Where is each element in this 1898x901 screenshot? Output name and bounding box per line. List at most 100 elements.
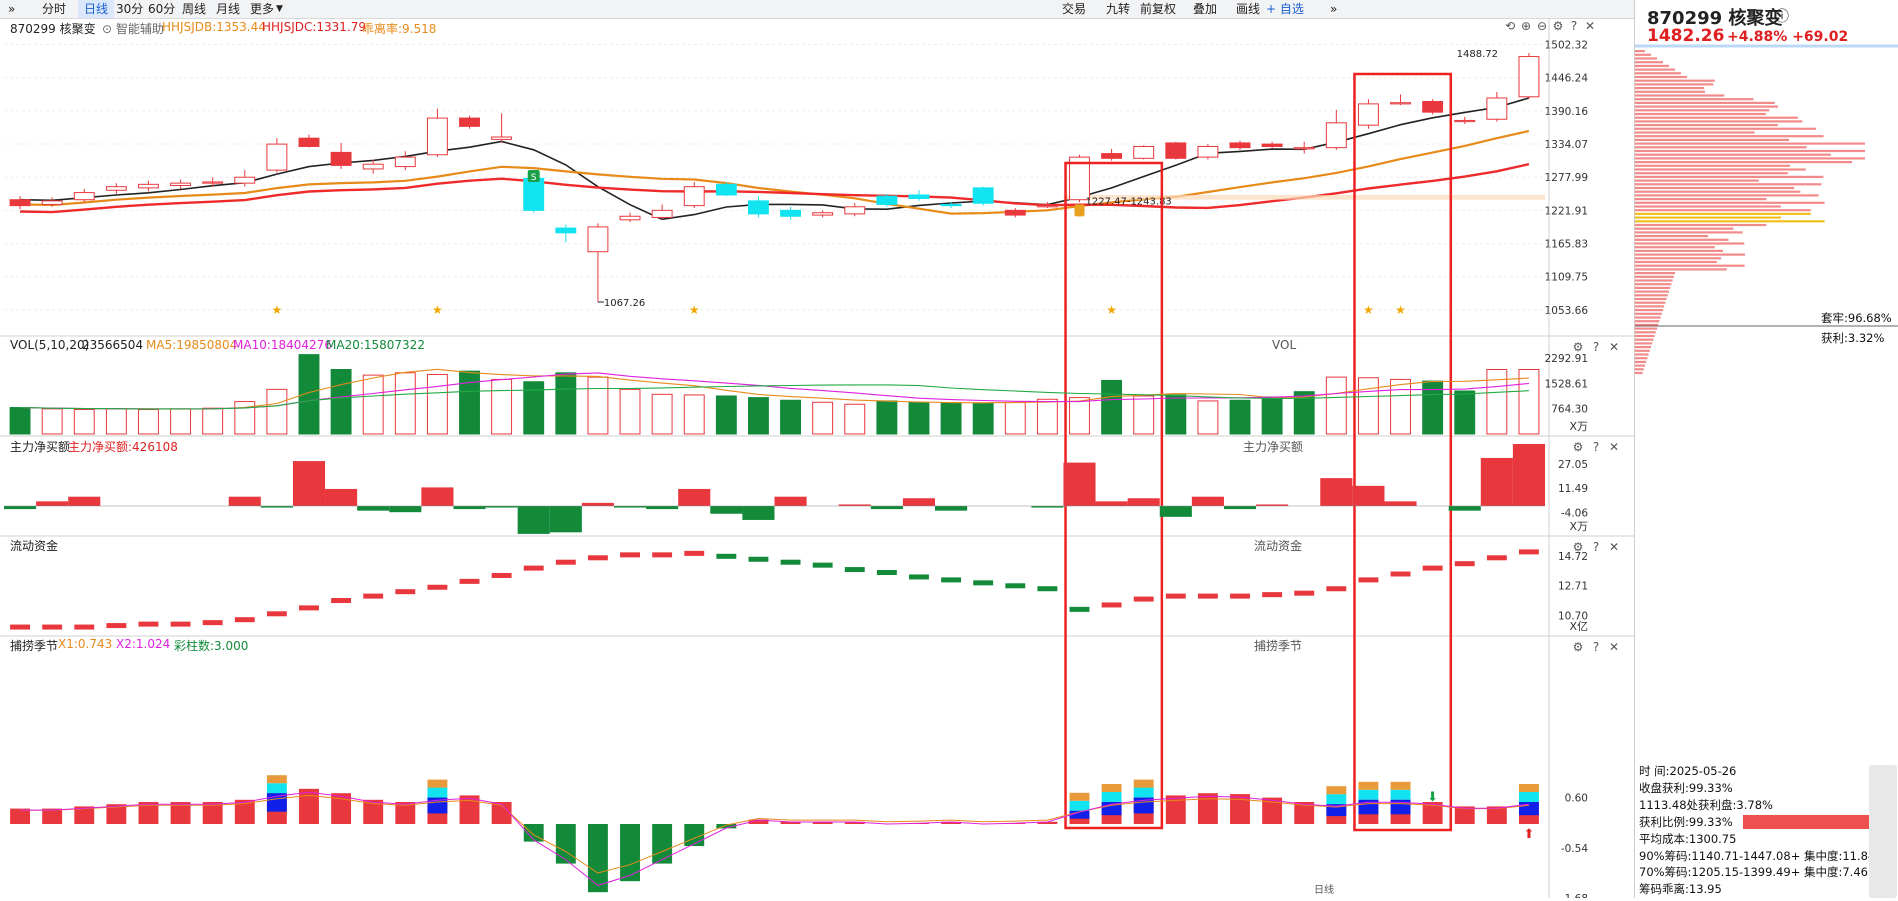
- chip-bar: [1635, 357, 1648, 360]
- chevron-down-icon[interactable]: ▼: [276, 0, 283, 18]
- liquidity-mark: [555, 559, 576, 565]
- gear-icon: ⚙: [1573, 340, 1584, 354]
- fq-button[interactable]: 前复权: [1140, 0, 1176, 18]
- liquidity-mark: [1262, 592, 1283, 598]
- volume-bar: [426, 373, 448, 435]
- candle-body: [1229, 142, 1251, 149]
- candle-body: [73, 192, 95, 201]
- zoom-out-icon: ⊖: [1537, 19, 1547, 33]
- season-bar: [1230, 794, 1250, 824]
- candle-body: [1486, 97, 1508, 120]
- volume-bar: [491, 378, 513, 435]
- candle-body: [330, 151, 352, 166]
- kline-chart[interactable]: 1502.32 1446.24 1390.16 1334.07 1277.99 1221.…: [0, 18, 1634, 901]
- tab-monthly[interactable]: 月线: [216, 0, 240, 18]
- liquidity-mark: [1390, 571, 1411, 577]
- liquidity-mark: [459, 578, 480, 584]
- candle-body: [202, 181, 224, 184]
- liquidity-mark: [170, 621, 191, 627]
- season-color-bar: [1101, 784, 1122, 792]
- chip-bar: [1635, 190, 1801, 193]
- chip-bar: [1635, 72, 1681, 75]
- chip-bar: [1635, 149, 1865, 153]
- refresh-icon: ⟲: [1505, 19, 1515, 33]
- candle-body: [234, 176, 256, 184]
- candle-body: [362, 163, 384, 170]
- volume-bar: [587, 376, 609, 435]
- assist-toggle[interactable]: ⊙ 智能辅助: [102, 20, 164, 37]
- collapse-left-icon[interactable]: »: [8, 0, 15, 18]
- vol-ma5: MA5:19850804: [146, 338, 238, 352]
- liquidity-mark: [42, 624, 63, 630]
- season-color-bar: [1133, 787, 1154, 798]
- candle-body: [1422, 101, 1444, 113]
- candle-body: [844, 206, 866, 215]
- netbuy-bar: [357, 506, 390, 511]
- netbuy-bar: [678, 488, 711, 506]
- y-tick-label: 1109.75: [1545, 272, 1588, 284]
- chip-bar: [1635, 116, 1798, 119]
- tab-more[interactable]: 更多: [250, 0, 274, 18]
- netbuy-bar: [742, 506, 775, 520]
- profit-ratio: 获利:3.32%: [1821, 331, 1885, 345]
- candle-body: [651, 209, 673, 218]
- up-arrow-icon: ⬆: [1523, 827, 1534, 842]
- volume-bar: [202, 407, 224, 435]
- candle-body: [1293, 147, 1315, 150]
- chip-bar: [1635, 83, 1714, 86]
- chip-bar: [1635, 205, 1781, 208]
- gear-icon: ⚙: [1573, 440, 1584, 454]
- liquidity-mark: [491, 572, 512, 578]
- liquidity-mark: [74, 624, 95, 630]
- chip-bar: [1635, 312, 1662, 315]
- season-color-bar: [1326, 786, 1347, 795]
- nine-turn-button[interactable]: 九转: [1106, 0, 1130, 18]
- gear-icon: ⚙: [1573, 540, 1584, 554]
- draw-button[interactable]: 画线: [1236, 0, 1260, 18]
- chip-bar: [1635, 183, 1822, 186]
- netbuy-bar: [1448, 506, 1481, 511]
- chip-bar: [1635, 216, 1781, 219]
- volume-bar: [812, 401, 834, 435]
- volume-bar: [1454, 390, 1476, 435]
- liquidity-mark: [716, 553, 737, 559]
- volume-bar: [940, 402, 962, 435]
- vol-unit: X万: [1569, 420, 1588, 433]
- y-tick-label: 1390.16: [1545, 106, 1589, 118]
- netbuy-unit: X万: [1569, 520, 1588, 533]
- chip-bar: [1635, 220, 1825, 223]
- netbuy-y-tick: -4.06: [1561, 507, 1588, 519]
- collapse-right-icon[interactable]: »: [1330, 0, 1337, 18]
- help-icon: ?: [1571, 19, 1577, 33]
- close-icon: ✕: [1609, 640, 1619, 654]
- volume-bar: [972, 402, 994, 435]
- vol-value: 23566504: [82, 338, 144, 352]
- liquidity-mark: [1326, 586, 1347, 592]
- season-color-bar: [1358, 789, 1379, 800]
- tab-daily[interactable]: 日线: [78, 0, 115, 18]
- candle-body: [9, 199, 31, 207]
- liquidity-mark: [1454, 561, 1475, 567]
- chip-bar: [1635, 50, 1645, 53]
- season-x1: X1:0.743: [58, 637, 113, 651]
- liquidity-mark: [1358, 577, 1379, 583]
- tab-30min[interactable]: 30分: [116, 0, 143, 18]
- add-watchlist-button[interactable]: + 自选: [1266, 0, 1304, 18]
- side-scroll-handle[interactable]: [1869, 765, 1897, 898]
- volume-bar: [908, 402, 930, 435]
- chart-area[interactable]: 1502.32 1446.24 1390.16 1334.07 1277.99 1221.…: [0, 18, 1634, 901]
- candle-body: [170, 182, 192, 187]
- profit-bar: [1743, 815, 1873, 829]
- tab-60min[interactable]: 60分: [148, 0, 175, 18]
- chip-bar: [1635, 120, 1803, 123]
- season-bar: [652, 824, 673, 864]
- chip-bar: [1635, 157, 1865, 160]
- tab-weekly[interactable]: 周线: [182, 0, 206, 18]
- overlay-button[interactable]: 叠加: [1193, 0, 1217, 18]
- liquidity-mark: [523, 565, 544, 571]
- trade-button[interactable]: 交易: [1062, 0, 1086, 18]
- indicator-bias: 乖离率:9.518: [362, 22, 437, 36]
- volume-bar: [876, 400, 898, 435]
- chip-stat: 70%筹码:1205.15-1399.49+ 集中度:7.46: [1639, 865, 1868, 879]
- tab-minute[interactable]: 分时: [42, 0, 66, 18]
